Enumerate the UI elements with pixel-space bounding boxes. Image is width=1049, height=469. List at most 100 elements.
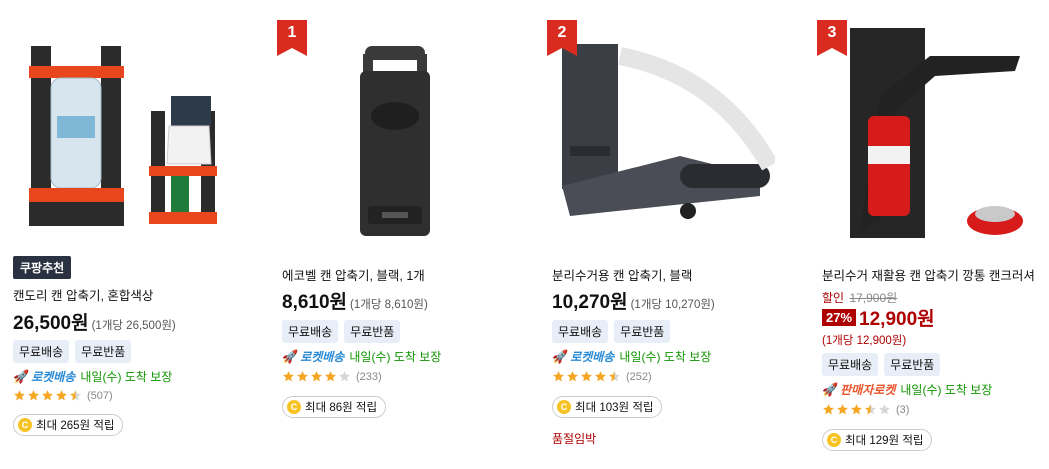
product-grid: 쿠팡추천 캔도리 캔 압축기, 혼합색상 26,500원 (1개당 26,500원… [0, 0, 1049, 469]
rating: (233) [282, 370, 382, 383]
reward-badge: C 최대 103원 적립 [552, 396, 663, 418]
star-icon [70, 390, 81, 401]
tag-list: 무료배송 무료반품 [822, 353, 941, 376]
rank-number: 2 [557, 24, 567, 41]
star-icon [879, 404, 890, 415]
rating: (507) [13, 389, 113, 402]
product-image[interactable] [820, 16, 1045, 248]
rank-badge: 3 [817, 20, 847, 56]
star-rating [822, 403, 891, 416]
review-count: (507) [87, 389, 113, 402]
coin-icon: C [557, 400, 571, 414]
free-return-tag: 무료반품 [614, 320, 671, 343]
original-price: 17,900원 [849, 291, 898, 305]
coin-icon: C [827, 433, 841, 447]
rocket-delivery-label: 로켓배송 [300, 350, 345, 364]
product-image[interactable] [550, 16, 775, 248]
star-icon [311, 371, 322, 382]
star-icon [595, 371, 606, 382]
free-return-tag: 무료반품 [344, 320, 401, 343]
coupang-recommend-badge: 쿠팡추천 [13, 256, 72, 279]
reward-text: 최대 265원 적립 [36, 420, 115, 432]
product-card[interactable]: 쿠팡추천 캔도리 캔 압축기, 혼합색상 26,500원 (1개당 26,500원… [11, 0, 246, 469]
review-count: (252) [626, 370, 652, 383]
reward-badge: C 최대 129원 적립 [822, 429, 933, 451]
price-row: 26,500원 (1개당 26,500원) [13, 308, 176, 335]
discount-label: 할인 [822, 291, 845, 305]
reward-text: 최대 103원 적립 [575, 402, 654, 414]
rocket-icon: 🚀 [822, 381, 839, 397]
product-title[interactable]: 캔도리 캔 압축기, 혼합색상 [13, 285, 153, 304]
price-row: 10,270원 (1개당 10,270원) [552, 287, 715, 314]
free-shipping-tag: 무료배송 [13, 340, 70, 363]
discount-percent: 27% [822, 309, 857, 326]
star-icon [823, 404, 834, 415]
delivery-eta: 내일(수) 도착 보장 [900, 383, 993, 397]
rocket-delivery-label: 로켓배송 [31, 370, 76, 384]
product-title[interactable]: 분리수거 재활용 캔 압축기 깡통 캔크러셔 [822, 265, 1035, 284]
price: 8,610원 [282, 292, 348, 313]
coin-icon: C [18, 418, 32, 432]
unit-price: (1개당 8,610원) [350, 299, 428, 311]
star-icon [297, 371, 308, 382]
product-title[interactable]: 분리수거용 캔 압축기, 블랙 [552, 265, 692, 284]
rank-number: 1 [287, 24, 297, 41]
star-rating [282, 370, 351, 383]
star-rating [552, 370, 621, 383]
free-shipping-tag: 무료배송 [552, 320, 609, 343]
rocket-icon: 🚀 [282, 348, 299, 364]
review-count: (233) [356, 370, 382, 383]
product-card[interactable]: 2 분리수거용 캔 압축기, 블랙 10,270원 (1개당 10,270원) 무… [547, 0, 785, 469]
low-stock-label: 품절임박 [552, 432, 597, 446]
rocket-icon: 🚀 [13, 368, 30, 384]
unit-price: (1개당 10,270원) [630, 299, 715, 311]
star-rating [13, 389, 82, 402]
product-image[interactable] [11, 16, 236, 248]
product-card[interactable]: 1 에코벨 캔 압축기, 블랙, 1개 8,610원 (1개당 8,610원) 무… [277, 0, 515, 469]
star-icon [42, 390, 53, 401]
rank-number: 3 [827, 24, 837, 41]
star-icon [837, 404, 848, 415]
star-icon [14, 390, 25, 401]
reward-text: 최대 129원 적립 [845, 435, 924, 447]
shipping-info: 🚀 로켓배송 내일(수) 도착 보장 [552, 348, 711, 365]
rank-badge: 2 [547, 20, 577, 56]
rating: (252) [552, 370, 652, 383]
review-count: (3) [896, 403, 910, 416]
star-icon [865, 404, 876, 415]
reward-badge: C 최대 265원 적립 [13, 414, 124, 436]
sale-price-row: 27% 12,900원 [822, 304, 935, 331]
tag-list: 무료배송 무료반품 [282, 320, 401, 343]
seller-rocket-label: 판매자로켓 [840, 383, 896, 397]
product-title[interactable]: 에코벨 캔 압축기, 블랙, 1개 [282, 265, 425, 284]
shipping-info: 🚀 로켓배송 내일(수) 도착 보장 [13, 368, 172, 385]
delivery-eta: 내일(수) 도착 보장 [619, 350, 712, 364]
reward-text: 최대 86원 적립 [305, 402, 378, 414]
reward-badge: C 최대 86원 적립 [282, 396, 387, 418]
shipping-info: 🚀 로켓배송 내일(수) 도착 보장 [282, 348, 441, 365]
price-row: 8,610원 (1개당 8,610원) [282, 287, 428, 314]
unit-price: (1개당 26,500원) [91, 320, 176, 332]
delivery-eta: 내일(수) 도착 보장 [80, 370, 173, 384]
coin-icon: C [287, 400, 301, 414]
product-card[interactable]: 3 분리수거 재활용 캔 압축기 깡통 캔크러셔 할인 17,900원 27% 1… [817, 0, 1049, 469]
free-shipping-tag: 무료배송 [282, 320, 339, 343]
unit-price: (1개당 12,900원) [822, 335, 907, 347]
rating: (3) [822, 403, 909, 416]
product-image[interactable] [280, 16, 505, 248]
star-icon [339, 371, 350, 382]
price: 10,270원 [552, 292, 628, 313]
shipping-info: 🚀 판매자로켓 내일(수) 도착 보장 [822, 381, 992, 398]
tag-list: 무료배송 무료반품 [552, 320, 671, 343]
star-icon [325, 371, 336, 382]
star-icon [609, 371, 620, 382]
free-return-tag: 무료반품 [75, 340, 132, 363]
star-icon [553, 371, 564, 382]
rocket-delivery-label: 로켓배송 [570, 350, 615, 364]
delivery-eta: 내일(수) 도착 보장 [349, 350, 442, 364]
rocket-icon: 🚀 [552, 348, 569, 364]
rank-badge: 1 [277, 20, 307, 56]
star-icon [567, 371, 578, 382]
star-icon [851, 404, 862, 415]
free-return-tag: 무료반품 [884, 353, 941, 376]
